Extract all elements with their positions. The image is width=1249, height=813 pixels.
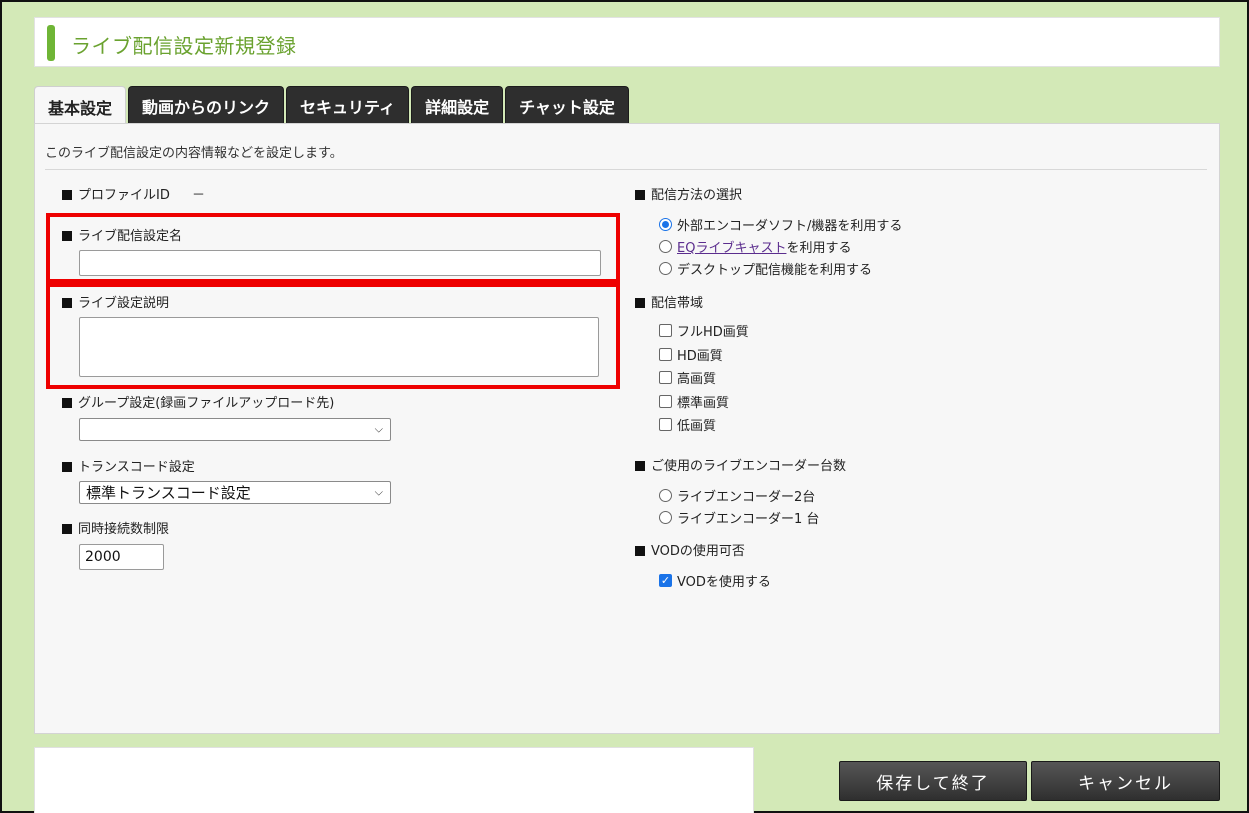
checkbox-icon[interactable] <box>659 324 672 337</box>
group-label: グループ設定(録画ファイルアップロード先) <box>62 392 334 411</box>
description-textarea[interactable] <box>79 317 599 377</box>
square-bullet-icon <box>62 462 72 472</box>
checkbox-icon[interactable] <box>659 348 672 361</box>
transcode-select-value: 標準トランスコード設定 <box>86 484 251 502</box>
tab-chat-settings[interactable]: チャット設定 <box>505 86 629 124</box>
square-bullet-icon <box>62 298 72 308</box>
square-bullet-icon <box>635 298 645 308</box>
vod-label: VODの使用可否 <box>635 540 745 559</box>
tab-basic-settings[interactable]: 基本設定 <box>34 86 127 126</box>
square-bullet-icon <box>62 524 72 534</box>
page-title: ライブ配信設定新規登録 <box>71 34 297 58</box>
settings-panel: このライブ配信設定の内容情報などを設定します。 プロファイルID － ライブ配信… <box>34 123 1220 734</box>
checkbox-icon[interactable] <box>659 395 672 408</box>
bottom-content-box <box>34 747 754 813</box>
description-label: ライブ設定説明 <box>62 292 169 311</box>
radio-icon[interactable] <box>659 489 672 502</box>
square-bullet-icon <box>635 190 645 200</box>
tab-video-links[interactable]: 動画からのリンク <box>128 86 285 124</box>
chevron-down-icon: ⌵ <box>374 421 383 435</box>
square-bullet-icon <box>635 461 645 471</box>
checkbox-checked-icon[interactable]: ✓ <box>659 574 672 587</box>
page-header: ライブ配信設定新規登録 <box>34 17 1220 67</box>
encoder-count-label: ご使用のライブエンコーダー台数 <box>635 455 846 474</box>
radio-selected-icon[interactable] <box>659 218 672 231</box>
bandwidth-label: 配信帯域 <box>635 292 703 311</box>
profile-id-value: － <box>192 188 206 203</box>
bandwidth-option-low[interactable]: 低画質 <box>659 415 716 434</box>
bandwidth-option-high[interactable]: 高画質 <box>659 368 716 387</box>
cancel-button[interactable]: キャンセル <box>1031 761 1220 801</box>
bandwidth-option-full-hd[interactable]: フルHD画質 <box>659 321 749 340</box>
eq-livecast-link[interactable]: EQライブキャスト <box>677 237 786 256</box>
profile-id-label: プロファイルID － <box>62 184 205 203</box>
square-bullet-icon <box>62 231 72 241</box>
save-and-finish-button[interactable]: 保存して終了 <box>839 761 1027 801</box>
stream-name-input[interactable] <box>79 250 601 276</box>
bandwidth-option-standard[interactable]: 標準画質 <box>659 392 729 411</box>
encoder-option-two[interactable]: ライブエンコーダー2台 <box>659 486 815 505</box>
bandwidth-option-hd[interactable]: HD画質 <box>659 345 723 364</box>
square-bullet-icon <box>635 546 645 556</box>
radio-icon[interactable] <box>659 240 672 253</box>
method-option-external-encoder[interactable]: 外部エンコーダソフト/機器を利用する <box>659 215 902 234</box>
checkbox-icon[interactable] <box>659 371 672 384</box>
transcode-label: トランスコード設定 <box>62 456 195 475</box>
checkbox-icon[interactable] <box>659 418 672 431</box>
radio-icon[interactable] <box>659 262 672 275</box>
encoder-option-one[interactable]: ライブエンコーダー1 台 <box>659 508 819 527</box>
method-option-eq-livecast[interactable]: EQライブキャスト を利用する <box>659 237 851 256</box>
square-bullet-icon <box>62 398 72 408</box>
group-select[interactable]: ⌵ <box>79 418 391 441</box>
intro-text: このライブ配信設定の内容情報などを設定します。 <box>45 146 343 161</box>
method-option-desktop[interactable]: デスクトップ配信機能を利用する <box>659 259 872 278</box>
tab-bar: 基本設定 動画からのリンク セキュリティ 詳細設定 チャット設定 <box>34 86 631 126</box>
tab-advanced-settings[interactable]: 詳細設定 <box>411 86 504 124</box>
chevron-down-icon: ⌵ <box>374 484 383 498</box>
vod-option[interactable]: ✓ VODを使用する <box>659 571 771 590</box>
transcode-select[interactable]: 標準トランスコード設定 ⌵ <box>79 481 391 504</box>
square-bullet-icon <box>62 190 72 200</box>
divider <box>45 169 1207 170</box>
connection-limit-label: 同時接続数制限 <box>62 518 169 537</box>
radio-icon[interactable] <box>659 511 672 524</box>
tab-security[interactable]: セキュリティ <box>286 86 410 124</box>
delivery-method-label: 配信方法の選択 <box>635 184 742 203</box>
connection-limit-input[interactable] <box>79 544 164 570</box>
title-accent-bar <box>47 25 55 61</box>
stream-name-label: ライブ配信設定名 <box>62 225 182 244</box>
